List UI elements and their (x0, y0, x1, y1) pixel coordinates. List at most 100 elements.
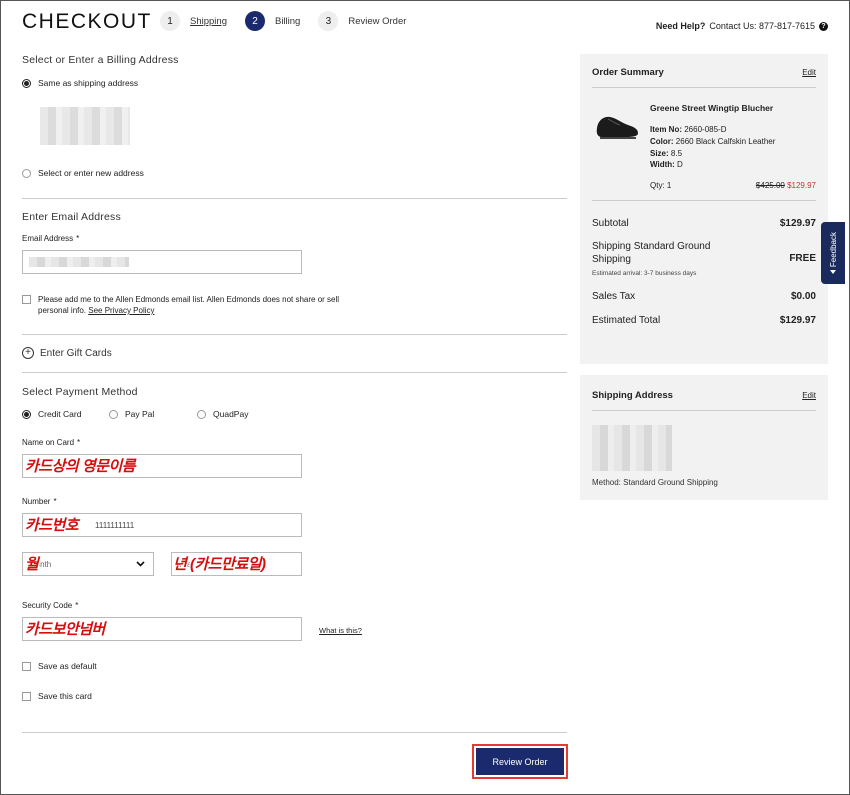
payment-quadpay[interactable]: QuadPay (197, 409, 248, 419)
product-name: Greene Street Wingtip Blucher (650, 103, 774, 113)
original-price: $425.00 (755, 181, 785, 190)
save-card-option[interactable]: Save this card (22, 691, 92, 701)
item-no-value: 2660-085-D (684, 125, 727, 134)
shipping-value: FREE (789, 253, 816, 264)
review-order-highlight: Review Order (472, 744, 568, 779)
radio-credit-card[interactable] (22, 409, 31, 419)
credit-card-label: Credit Card (38, 409, 82, 419)
email-section-title: Enter Email Address (22, 211, 121, 223)
new-address-option[interactable]: Select or enter new address (22, 168, 144, 178)
radio-new-address[interactable] (22, 168, 31, 178)
shipping-address-edit-link[interactable]: Edit (802, 391, 816, 400)
gift-cards-toggle[interactable]: + Enter Gift Cards (22, 347, 112, 359)
step-review: 3 Review Order (318, 11, 406, 31)
subtotal-value: $129.97 (779, 218, 816, 229)
email-input[interactable] (22, 250, 302, 274)
optin-text: Please add me to the Allen Edmonds email… (38, 295, 340, 315)
tax-row: Sales Tax $0.00 (592, 291, 816, 302)
radio-quadpay[interactable] (197, 409, 206, 419)
product-color: Color: 2660 Black Calfskin Leather (650, 137, 775, 146)
email-optin[interactable]: Please add me to the Allen Edmonds email… (22, 294, 352, 316)
size-label: Size: (650, 149, 669, 158)
card-number-value: 1111111111 (95, 520, 135, 530)
divider (22, 732, 567, 733)
step-label-review: Review Order (348, 15, 407, 27)
radio-paypal[interactable] (109, 409, 118, 419)
help-label: Need Help? (655, 21, 706, 31)
product-item-no: Item No: 2660-085-D (650, 125, 726, 134)
product-size: Size: 8.5 (650, 149, 682, 158)
width-label: Width: (650, 160, 675, 169)
annotation-name-on-card: 카드상의 영문이름 (25, 458, 136, 475)
order-summary-title: Order Summary (592, 67, 664, 78)
save-default-label: Save as default (38, 661, 97, 671)
annotation-security-code: 카드보안넘버 (25, 621, 105, 638)
question-icon[interactable]: ? (819, 21, 828, 31)
privacy-policy-link[interactable]: See Privacy Policy (88, 306, 154, 315)
help-contact[interactable]: Need Help? Contact Us: 877-817-7615 ? (656, 21, 828, 31)
gift-cards-label: Enter Gift Cards (40, 347, 112, 359)
email-redacted (29, 257, 129, 267)
step-number-active: 2 (244, 11, 265, 31)
shipping-address-redacted (592, 425, 672, 471)
product-width: Width: D (650, 160, 683, 169)
divider (22, 334, 567, 335)
required-mark: * (53, 497, 57, 506)
radio-same-as-shipping[interactable] (22, 78, 31, 88)
payment-methods: Credit Card Pay Pal QuadPay (22, 409, 248, 419)
tax-label: Sales Tax (592, 291, 636, 302)
email-optin-checkbox[interactable] (22, 295, 31, 304)
help-phone: Contact Us: 877-817-7615 (709, 21, 815, 31)
qty-value: 1 (666, 181, 672, 190)
save-card-checkbox[interactable] (22, 691, 31, 701)
plus-circle-icon[interactable]: + (22, 347, 34, 359)
checkout-steps: 1 Shipping 2 Billing 3 Review Order (160, 11, 424, 31)
step-label-shipping[interactable]: Shipping (190, 16, 227, 27)
security-code-text: Security Code (22, 601, 73, 610)
tax-value: $0.00 (790, 291, 816, 302)
step-number: 3 (318, 11, 339, 31)
email-optin-text: Please add me to the Allen Edmonds email… (38, 294, 352, 316)
save-default-option[interactable]: Save as default (22, 661, 97, 671)
sale-price: $129.97 (787, 181, 816, 190)
divider (22, 198, 567, 199)
what-is-this-link[interactable]: What is this? (319, 626, 362, 635)
review-order-button[interactable]: Review Order (476, 748, 564, 775)
step-shipping[interactable]: 1 Shipping (160, 11, 227, 31)
divider (22, 372, 567, 373)
shipping-method: Method: Standard Ground Shipping (592, 478, 718, 487)
product-price: $425.00 $129.97 (756, 181, 816, 190)
total-value: $129.97 (779, 315, 816, 326)
subtotal-label: Subtotal (592, 218, 629, 229)
qty-label: Qty: (650, 181, 665, 190)
security-code-label: Security Code * (22, 601, 78, 610)
divider (592, 200, 816, 201)
save-default-checkbox[interactable] (22, 661, 31, 671)
annotation-year: 년 (카드만료일) (173, 556, 266, 573)
subtotal-row: Subtotal $129.97 (592, 218, 816, 229)
divider (592, 410, 816, 411)
feedback-tab[interactable]: Feedback (821, 222, 845, 284)
required-mark: * (75, 601, 79, 610)
payment-paypal[interactable]: Pay Pal (109, 409, 197, 419)
email-label: Email Address * (22, 234, 79, 243)
annotation-month: 월 (25, 556, 39, 573)
item-no-label: Item No: (650, 125, 682, 134)
payment-section-title: Select Payment Method (22, 386, 138, 398)
divider (592, 87, 816, 88)
shipping-address-panel: Shipping Address Edit Method: Standard G… (580, 375, 828, 500)
same-as-shipping-option[interactable]: Same as shipping address (22, 78, 138, 88)
order-summary-edit-link[interactable]: Edit (802, 68, 816, 77)
color-value: 2660 Black Calfskin Leather (675, 137, 776, 146)
month-select[interactable]: Month (22, 552, 154, 576)
checkout-title: CHECKOUT (22, 10, 152, 33)
payment-credit-card[interactable]: Credit Card (22, 409, 109, 419)
total-label: Estimated Total (592, 315, 661, 326)
estimated-arrival: Estimated arrival: 3-7 business days (592, 270, 697, 277)
new-address-label: Select or enter new address (38, 168, 144, 178)
size-value: 8.5 (670, 149, 683, 158)
paypal-label: Pay Pal (125, 409, 155, 419)
chevron-down-icon (136, 561, 145, 567)
email-label-text: Email Address (22, 234, 74, 243)
save-card-label: Save this card (38, 691, 92, 701)
